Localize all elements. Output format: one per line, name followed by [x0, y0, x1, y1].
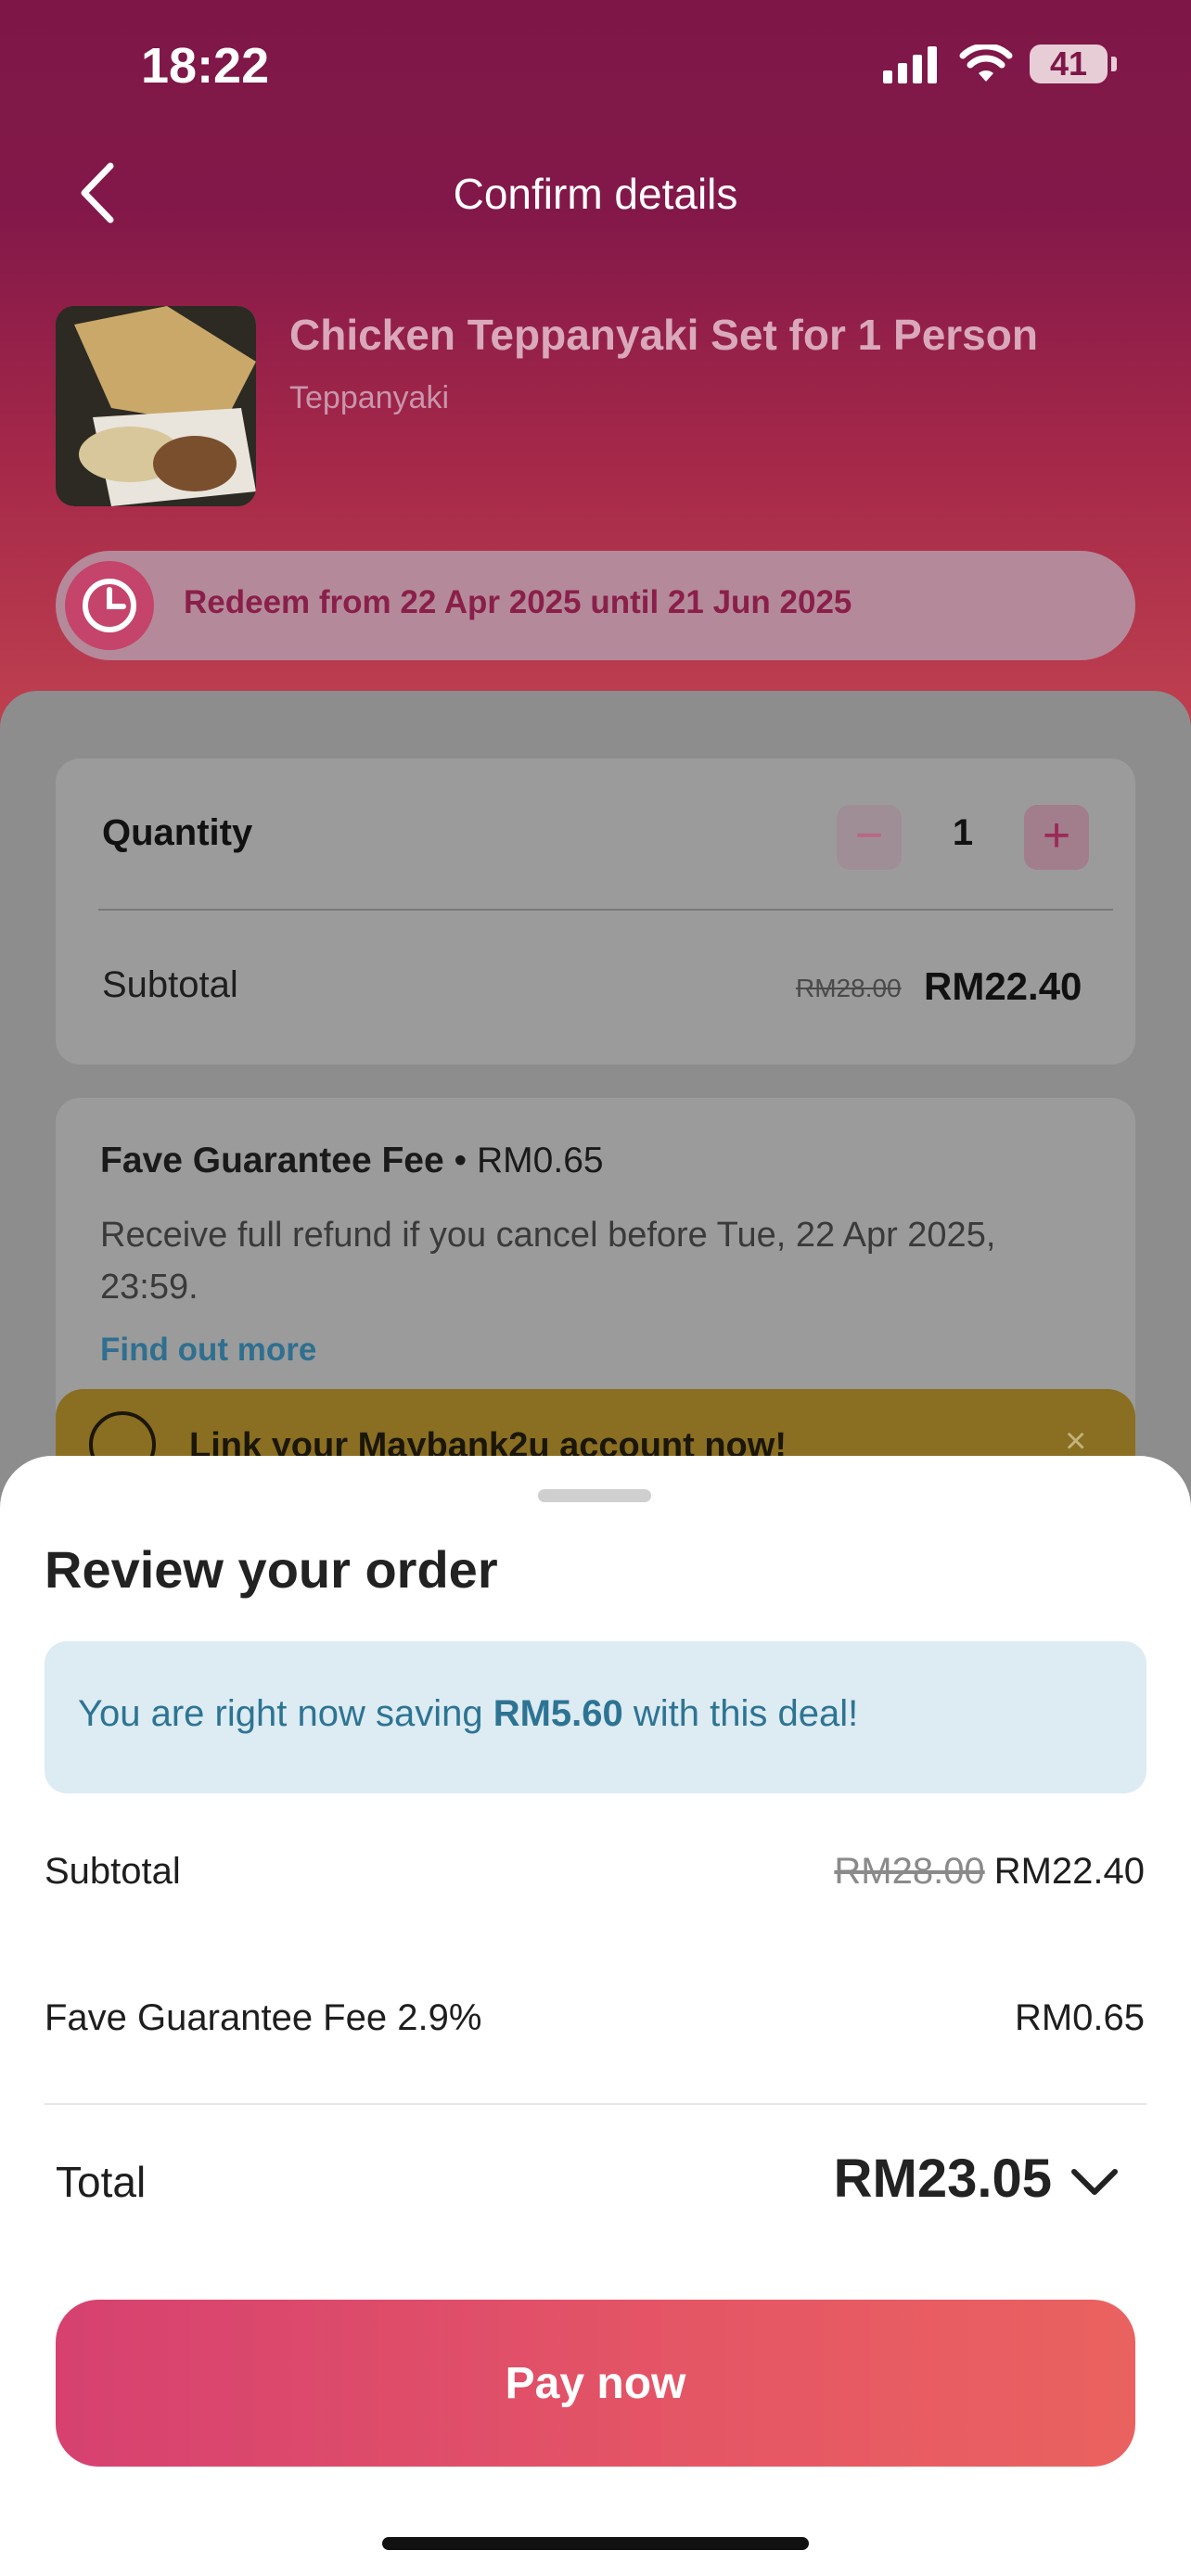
clock-icon: [65, 561, 154, 650]
guarantee-fee-description: Receive full refund if you cancel before…: [100, 1216, 996, 1307]
review-fee-label: Fave Guarantee Fee 2.9%: [45, 1997, 482, 2038]
total-label: Total: [56, 2158, 147, 2206]
pay-now-button[interactable]: Pay now: [56, 2300, 1135, 2467]
wifi-icon: [959, 45, 1013, 82]
saving-amount: RM5.60: [493, 1693, 623, 1734]
guarantee-fee-name: Fave Guarantee Fee: [100, 1141, 444, 1180]
saving-suffix: with this deal!: [622, 1693, 859, 1734]
status-icons: 41: [881, 45, 1117, 83]
home-indicator: [382, 2537, 809, 2550]
subtotal-label: Subtotal: [102, 964, 238, 1005]
review-fee-value: RM0.65: [1014, 1997, 1145, 2038]
guarantee-fee-title: Fave Guarantee Fee • RM0.65: [100, 1141, 604, 1181]
review-subtotal-label: Subtotal: [45, 1851, 181, 1892]
quantity-card: [56, 759, 1135, 1065]
divider: [98, 909, 1113, 911]
chevron-down-icon[interactable]: [1067, 2159, 1122, 2205]
quantity-increase-button[interactable]: +: [1024, 805, 1089, 870]
signal-icon: [883, 46, 937, 83]
total-value: RM23.05: [833, 2149, 1052, 2209]
saving-text: You are right now saving RM5.60 with thi…: [78, 1693, 858, 1735]
subtotal-original-price: RM28.00: [796, 974, 902, 1002]
quantity-decrease-button[interactable]: −: [837, 805, 902, 870]
review-subtotal-value: RM28.00 RM22.40: [834, 1851, 1145, 1893]
sheet-title: Review your order: [45, 1540, 498, 1599]
quantity-label: Quantity: [102, 812, 253, 853]
battery-icon: 41: [1030, 45, 1117, 83]
sheet-drag-handle[interactable]: [538, 1489, 651, 1502]
divider: [45, 2103, 1146, 2105]
separator: •: [454, 1141, 467, 1180]
status-time: 18:22: [141, 38, 270, 94]
quantity-value: 1: [952, 812, 974, 853]
page-title: Confirm details: [453, 170, 738, 218]
saving-prefix: You are right now saving: [78, 1693, 493, 1734]
product-category: Teppanyaki: [289, 380, 450, 415]
review-subtotal-original: RM28.00: [834, 1851, 985, 1892]
guarantee-fee-amount: RM0.65: [477, 1141, 604, 1180]
subtotal-price: RM22.40: [924, 964, 1082, 1008]
product-name: Chicken Teppanyaki Set for 1 Person: [289, 311, 1038, 359]
find-out-more-link[interactable]: Find out more: [100, 1332, 316, 1369]
product-image: [56, 306, 256, 506]
review-subtotal-price: RM22.40: [993, 1851, 1145, 1892]
redeem-text: Redeem from 22 Apr 2025 until 21 Jun 202…: [184, 584, 852, 620]
